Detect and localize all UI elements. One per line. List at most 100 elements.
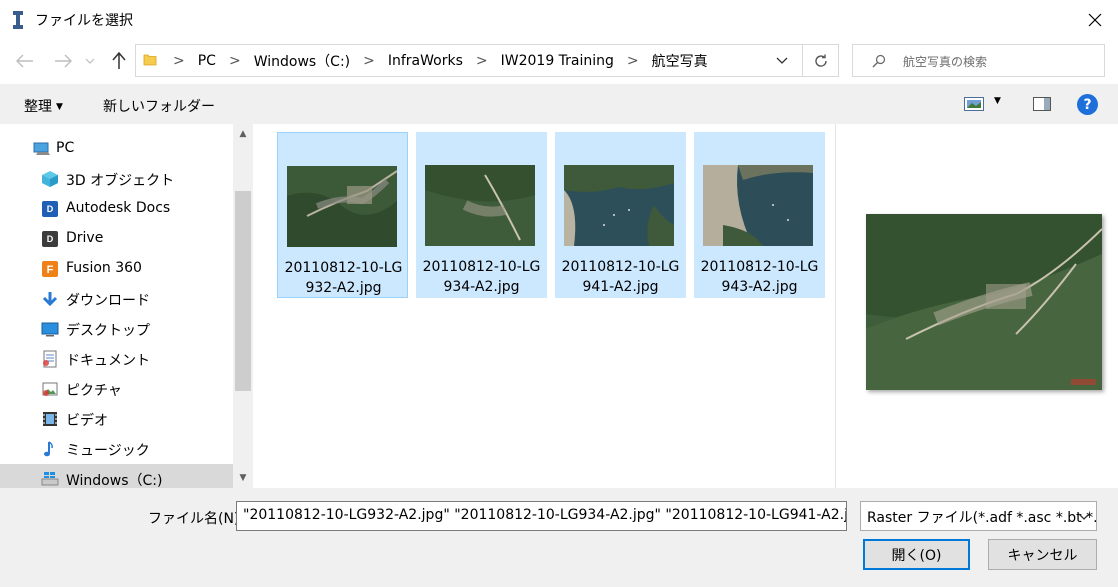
breadcrumb-pc[interactable]: PC [194, 53, 220, 69]
open-button[interactable]: 開く(O) [863, 539, 970, 570]
cancel-button[interactable]: キャンセル [988, 539, 1097, 570]
address-bar[interactable]: > PC > Windows（C:) > InfraWorks > IW2019… [135, 44, 839, 77]
file-name-line: 943-A2.jpg [721, 279, 798, 295]
breadcrumb-separator: > [363, 52, 375, 69]
arrow-up-icon [112, 52, 126, 69]
file-name-line: 941-A2.jpg [582, 279, 659, 295]
file-name-line: 934-A2.jpg [443, 279, 520, 295]
organize-label: 整理 [24, 99, 52, 115]
file-type-select[interactable]: Raster ファイル(*.adf *.asc *.bt *.d [860, 501, 1097, 531]
fusion-360-icon: F [42, 261, 58, 277]
new-folder-button[interactable]: 新しいフォルダー [103, 96, 215, 116]
infraworks-app-icon [13, 11, 23, 29]
file-name: 20110812-10-LG 932-A2.jpg [278, 258, 409, 298]
organize-menu[interactable]: 整理 ▼ [24, 96, 63, 116]
nav-item-label: Drive [66, 230, 104, 246]
chevron-down-icon [776, 57, 788, 64]
desktop-icon [41, 322, 59, 337]
nav-item-videos[interactable]: ビデオ [0, 404, 233, 434]
breadcrumb-aerial-photos[interactable]: 航空写真 [648, 51, 712, 71]
scroll-up-button[interactable]: ▲ [233, 124, 253, 144]
file-name: 20110812-10-LG 941-A2.jpg [555, 257, 686, 297]
file-tile[interactable]: 20110812-10-LG 932-A2.jpg [277, 132, 408, 298]
breadcrumb-separator: > [475, 52, 488, 69]
aerial-photo-thumbnail [703, 165, 813, 246]
close-button[interactable] [1072, 0, 1118, 40]
nav-item-label: ビデオ [66, 413, 108, 429]
nav-item-label: ダウンロード [66, 293, 150, 309]
nav-item-label: ドキュメント [66, 353, 150, 369]
nav-item-label: 3D オブジェクト [66, 173, 175, 189]
back-button[interactable] [12, 48, 38, 74]
scroll-thumb[interactable] [235, 191, 251, 391]
nav-item-pictures[interactable]: ピクチャ [0, 374, 233, 404]
window-title: ファイルを選択 [35, 13, 133, 29]
nav-item-label: ミュージック [66, 443, 150, 459]
file-name-line: 20110812-10-LG [284, 260, 403, 276]
file-name: 20110812-10-LG 934-A2.jpg [416, 257, 547, 297]
filename-label: ファイル名(N): [148, 511, 245, 527]
nav-item-drive[interactable]: D Drive [0, 224, 233, 254]
title-bar: ファイルを選択 [0, 0, 1118, 40]
nav-item-label: PC [56, 140, 75, 156]
file-list: 20110812-10-LG 932-A2.jpg 20110812-10-LG… [253, 124, 835, 488]
documents-icon [43, 350, 57, 368]
dialog-footer: ファイル名(N): "20110812-10-LG932-A2.jpg" "20… [0, 488, 1118, 587]
file-name-line: 20110812-10-LG [700, 259, 819, 275]
nav-item-windows-c[interactable]: Windows（C:) [0, 464, 233, 488]
up-button[interactable] [106, 48, 132, 74]
file-type-value: Raster ファイル(*.adf *.asc *.bt *.d [867, 510, 1097, 526]
preview-image [866, 214, 1102, 390]
svg-text:D: D [47, 204, 54, 214]
file-name: 20110812-10-LG 943-A2.jpg [694, 257, 825, 297]
nav-item-music[interactable]: ミュージック [0, 434, 233, 464]
preview-pane-icon[interactable] [1033, 97, 1051, 111]
breadcrumb-separator: > [626, 52, 639, 69]
recent-locations-button[interactable] [80, 48, 100, 74]
nav-item-3d-objects[interactable]: 3D オブジェクト [0, 164, 233, 194]
file-name-line: 20110812-10-LG [561, 259, 680, 275]
filename-input[interactable]: "20110812-10-LG932-A2.jpg" "20110812-10-… [236, 501, 847, 531]
breadcrumb-iw2019-training[interactable]: IW2019 Training [497, 53, 618, 69]
svg-text:D: D [47, 234, 54, 244]
search-icon [872, 54, 886, 68]
nav-item-label: Windows（C:) [66, 473, 163, 488]
search-placeholder: 航空写真の検索 [903, 55, 988, 69]
drive-icon: D [42, 231, 58, 247]
autodesk-docs-icon: D [42, 201, 58, 217]
nav-item-downloads[interactable]: ダウンロード [0, 284, 233, 314]
command-bar: 整理 ▼ 新しいフォルダー ▼ ? [0, 84, 1118, 124]
folder-icon [143, 54, 157, 66]
file-tile[interactable]: 20110812-10-LG 941-A2.jpg [555, 132, 686, 298]
file-tile[interactable]: 20110812-10-LG 943-A2.jpg [694, 132, 825, 298]
nav-item-label: ピクチャ [66, 383, 122, 399]
aerial-photo-thumbnail [287, 166, 397, 247]
nav-item-pc[interactable]: PC [0, 134, 233, 164]
breadcrumb: > PC > Windows（C:) > InfraWorks > IW2019… [164, 45, 712, 76]
search-box[interactable]: 航空写真の検索 [852, 44, 1105, 77]
nav-scrollbar[interactable]: ▲ ▼ [233, 124, 253, 488]
breadcrumb-infraworks[interactable]: InfraWorks [384, 53, 467, 69]
scroll-down-button[interactable]: ▼ [233, 468, 253, 488]
pc-icon [33, 142, 50, 155]
help-button[interactable]: ? [1077, 94, 1098, 115]
nav-item-desktop[interactable]: デスクトップ [0, 314, 233, 344]
breadcrumb-windows-c[interactable]: Windows（C:) [250, 51, 354, 71]
music-icon [44, 441, 53, 457]
address-history-dropdown[interactable] [770, 45, 794, 76]
chevron-down-icon [85, 58, 95, 64]
nav-item-documents[interactable]: ドキュメント [0, 344, 233, 374]
refresh-button[interactable] [802, 45, 838, 76]
forward-button[interactable] [50, 48, 76, 74]
aerial-photo-thumbnail [564, 165, 674, 246]
breadcrumb-separator: > [228, 52, 241, 69]
nav-item-autodesk-docs[interactable]: D Autodesk Docs [0, 194, 233, 224]
caret-down-icon: ▼ [56, 102, 63, 112]
view-options-dropdown[interactable]: ▼ [994, 96, 1001, 106]
file-tile[interactable]: 20110812-10-LG 934-A2.jpg [416, 132, 547, 298]
download-icon [42, 292, 58, 307]
nav-item-fusion-360[interactable]: F Fusion 360 [0, 254, 233, 284]
pictures-icon [42, 382, 58, 396]
change-view-icon[interactable] [964, 97, 984, 111]
arrow-left-icon [16, 54, 33, 68]
